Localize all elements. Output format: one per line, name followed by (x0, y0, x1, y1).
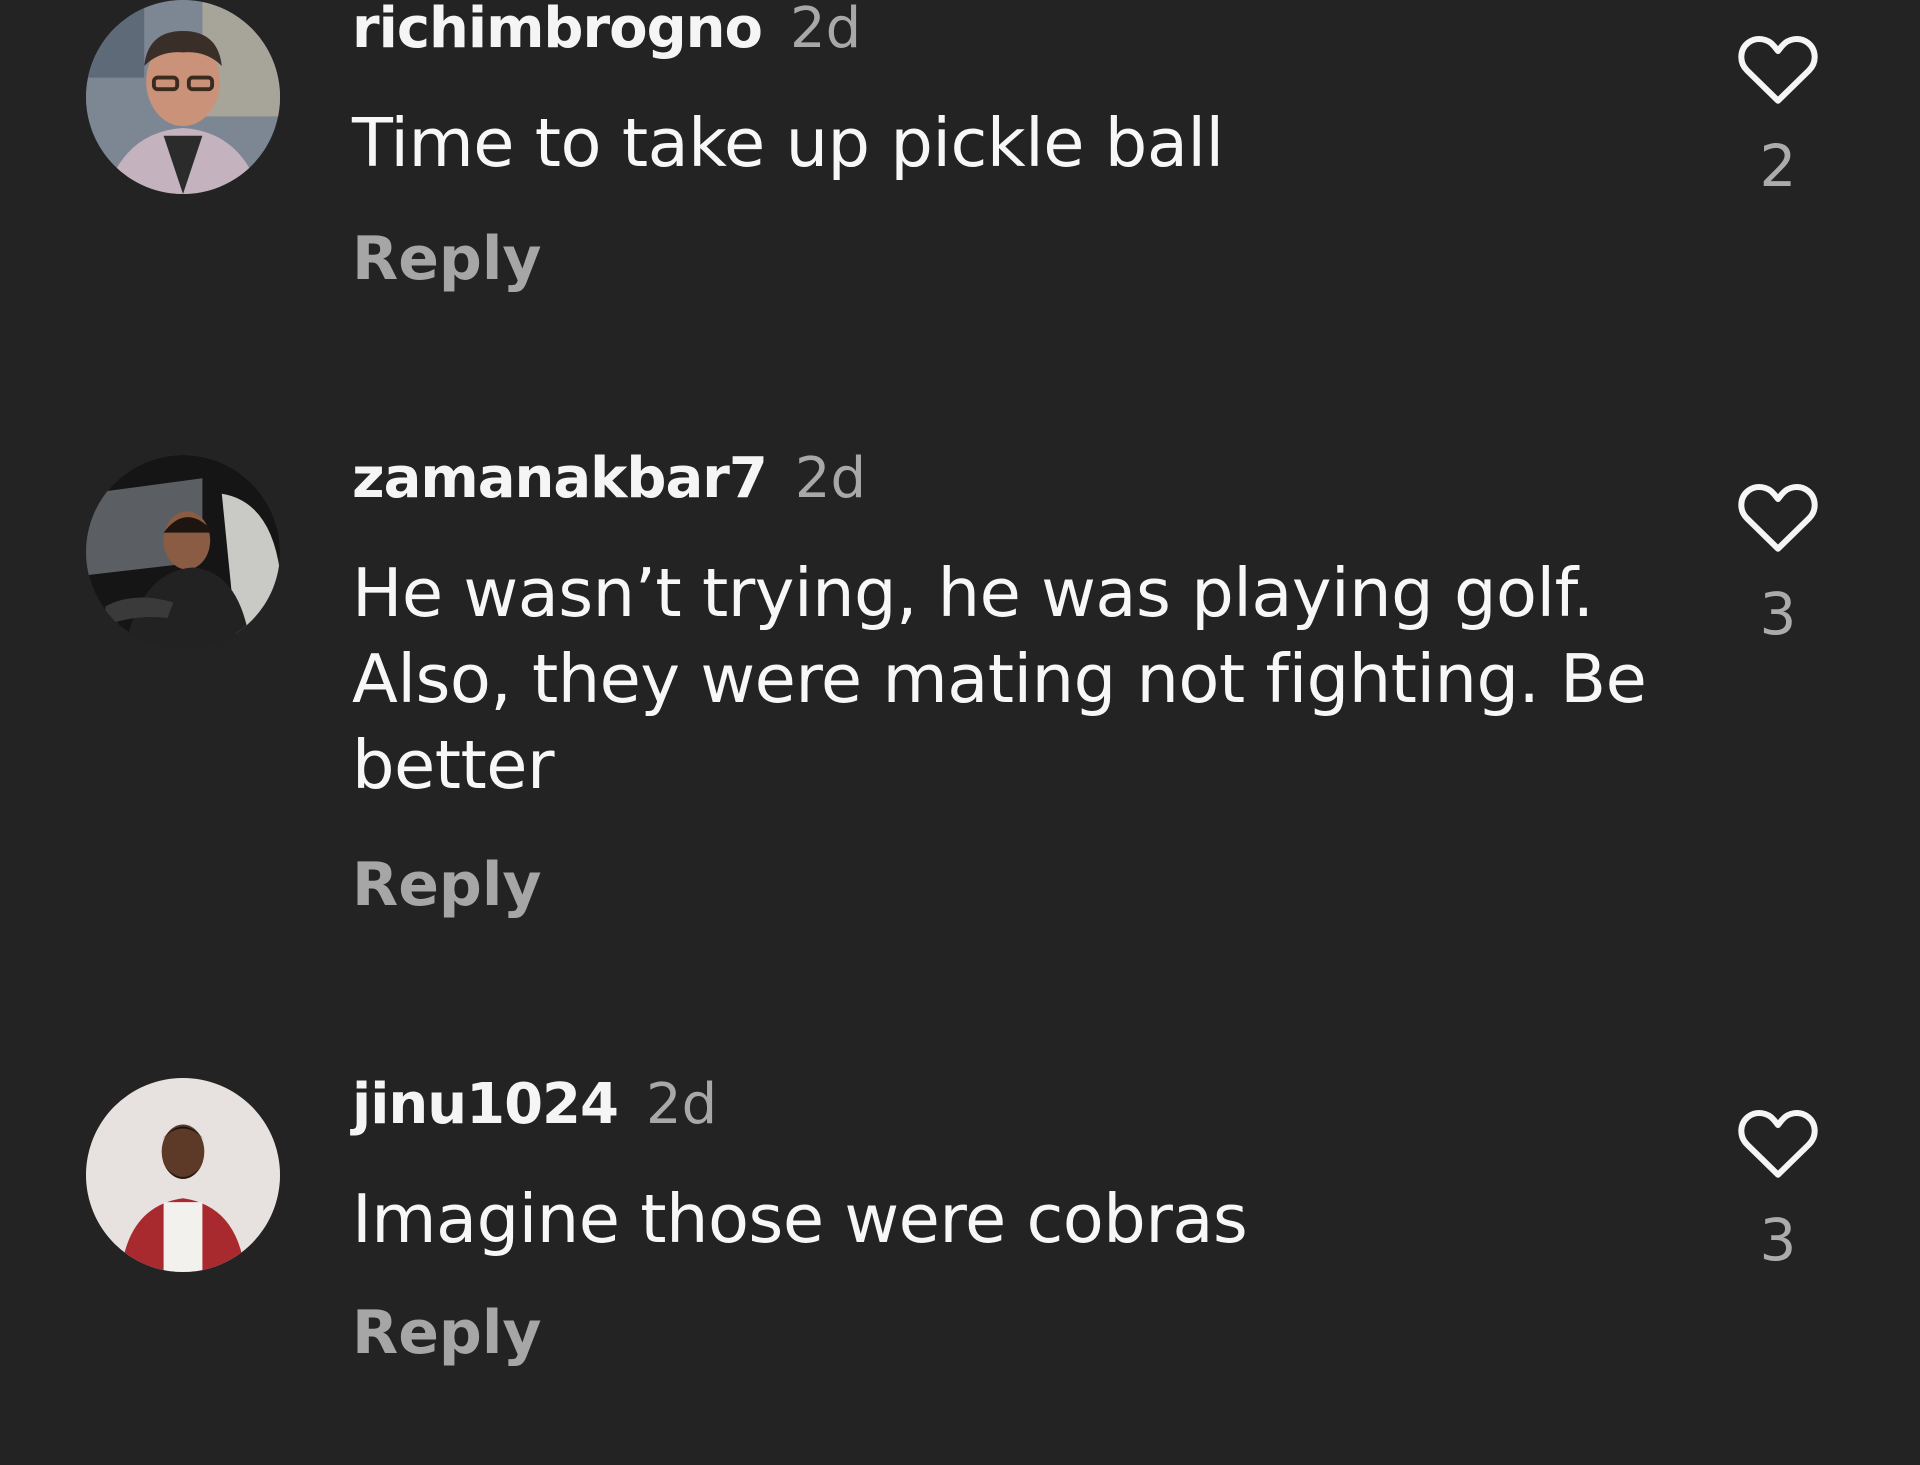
heart-outline-icon (1738, 1110, 1818, 1178)
reply-button[interactable]: Reply (352, 1298, 542, 1368)
username-text[interactable]: jinu1024 (352, 1072, 619, 1137)
comment-username[interactable]: jinu1024 2d (352, 1072, 717, 1137)
avatar[interactable] (86, 1078, 280, 1272)
comment-age: 2d (645, 1072, 718, 1137)
avatar-image (86, 455, 280, 649)
comment-text: He wasn’t trying, he was playing golf. A… (352, 554, 1647, 804)
like-count: 2 (1759, 132, 1797, 200)
like-button[interactable]: 2 (1732, 32, 1824, 200)
comment-age: 2d (790, 0, 862, 61)
comment-username[interactable]: richimbrogno 2d (352, 0, 861, 61)
username-text[interactable]: richimbrogno (352, 0, 763, 61)
comment-username[interactable]: zamanakbar7 2d (352, 446, 866, 511)
like-count: 3 (1759, 580, 1797, 648)
avatar[interactable] (86, 455, 280, 649)
comment-age: 2d (794, 446, 867, 511)
like-count: 3 (1759, 1206, 1797, 1274)
reply-button[interactable]: Reply (352, 850, 542, 920)
heart-outline-icon (1738, 36, 1818, 104)
avatar[interactable] (86, 0, 280, 194)
like-button[interactable]: 3 (1732, 480, 1824, 648)
avatar-image (86, 1078, 280, 1272)
reply-button[interactable]: Reply (352, 224, 542, 294)
comment-text: Imagine those were cobras (352, 1180, 1248, 1258)
avatar-image (86, 0, 280, 194)
comments-list: richimbrogno 2d Time to take up pickle ba… (0, 0, 1920, 1465)
username-text[interactable]: zamanakbar7 (352, 446, 768, 511)
like-button[interactable]: 3 (1732, 1106, 1824, 1274)
heart-outline-icon (1738, 484, 1818, 552)
comment-text: Time to take up pickle ball (352, 104, 1224, 182)
